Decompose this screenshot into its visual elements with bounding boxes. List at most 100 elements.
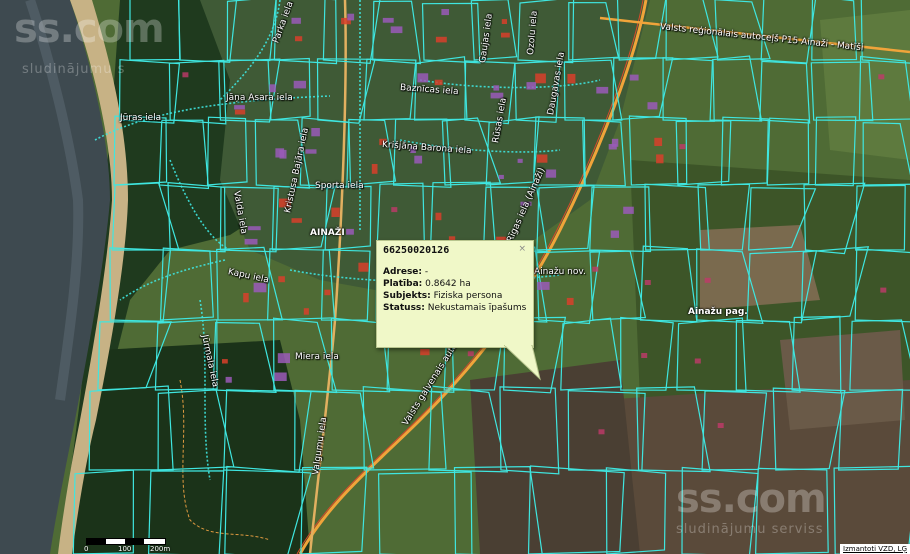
building-footprint xyxy=(434,79,443,86)
building-footprint xyxy=(654,137,663,146)
building-footprint xyxy=(501,19,507,24)
building-footprint xyxy=(243,293,249,303)
building-footprint xyxy=(269,84,276,93)
map-viewport[interactable]: Parka iela Jāņa Asara iela Jūras iela Ba… xyxy=(0,0,910,554)
building-footprint xyxy=(244,238,258,245)
building-footprint xyxy=(641,353,648,358)
street-label-ainazu-nov: Ainažu nov. xyxy=(534,267,586,277)
building-footprint xyxy=(623,206,634,214)
building-footprint xyxy=(331,207,340,217)
building-footprint xyxy=(234,105,245,110)
attr-row-subject: Subjekts: Fiziska persona xyxy=(383,290,529,302)
scale-label-100: 100 xyxy=(118,545,132,553)
building-footprint xyxy=(878,74,885,80)
watermark-top-left: ss.com xyxy=(14,6,165,52)
building-footprint xyxy=(536,154,548,163)
watermark-subtitle-top: sludinājumu s xyxy=(22,62,126,77)
building-footprint xyxy=(295,36,303,42)
building-footprint xyxy=(222,359,228,364)
building-footprint xyxy=(247,226,261,231)
building-footprint xyxy=(598,429,605,435)
building-footprint xyxy=(517,158,523,163)
attr-label: Platība: xyxy=(383,279,423,289)
building-footprint xyxy=(358,262,369,272)
street-label-juras: Jūras iela xyxy=(120,113,162,123)
building-footprint xyxy=(346,228,354,235)
building-footprint xyxy=(277,353,290,364)
attr-row-status: Statuss: Nekustamais īpašums xyxy=(383,302,529,314)
attr-label: Subjekts: xyxy=(383,291,431,301)
building-footprint xyxy=(537,281,550,290)
building-footprint xyxy=(182,72,189,78)
watermark-bottom-right: ss.com xyxy=(676,476,827,522)
building-footprint xyxy=(629,74,639,81)
building-footprint xyxy=(278,276,285,283)
building-footprint xyxy=(467,351,474,357)
building-footprint xyxy=(610,230,619,238)
building-footprint xyxy=(347,13,355,21)
parcel-attributes: Adrese: - Platība: 0.8642 ha Subjekts: F… xyxy=(383,266,529,314)
building-footprint xyxy=(493,85,500,91)
building-footprint xyxy=(324,289,331,296)
street-label-jana-asara: Jāņa Asara iela xyxy=(226,93,293,103)
place-label-ainazi: AINAŽI xyxy=(310,228,345,238)
attr-label: Statuss: xyxy=(383,303,425,313)
parcel-info-popup: 66250020126 × Adrese: - Platība: 0.8642 … xyxy=(376,240,534,348)
building-footprint xyxy=(414,155,423,164)
building-footprint xyxy=(644,280,651,285)
attr-value: Fiziska persona xyxy=(433,291,503,301)
building-footprint xyxy=(382,17,394,23)
building-footprint xyxy=(291,17,301,24)
parcel-cadastre-number[interactable]: 66250020126 xyxy=(383,245,449,256)
building-footprint xyxy=(311,128,320,137)
building-footprint xyxy=(694,358,701,364)
place-label-ainazu-pag: Ainažu pag. xyxy=(688,307,748,317)
building-footprint xyxy=(225,376,232,383)
building-footprint xyxy=(435,212,442,221)
watermark-subtitle-bottom: sludinājumu serviss xyxy=(676,522,824,537)
attr-row-area: Platība: 0.8642 ha xyxy=(383,278,529,290)
building-footprint xyxy=(566,297,574,305)
scale-bar xyxy=(86,538,166,545)
street-label-miera: Miera iela xyxy=(295,352,339,362)
building-footprint xyxy=(880,287,887,293)
building-footprint xyxy=(420,349,430,356)
scale-label-200: 200m xyxy=(150,545,171,553)
building-footprint xyxy=(371,164,378,174)
building-footprint xyxy=(390,26,403,34)
building-footprint xyxy=(274,372,287,381)
attr-value: Nekustamais īpašums xyxy=(427,303,527,313)
attr-value: - xyxy=(424,267,429,277)
attr-value: 0.8642 ha xyxy=(425,279,471,289)
building-footprint xyxy=(234,109,246,115)
building-footprint xyxy=(656,154,664,164)
building-footprint xyxy=(647,102,658,110)
building-footprint xyxy=(545,169,557,178)
building-footprint xyxy=(717,423,724,428)
attr-label: Adrese: xyxy=(383,267,423,277)
street-label-sporta: Sporta iela xyxy=(315,181,364,191)
building-footprint xyxy=(498,174,504,179)
building-footprint xyxy=(592,266,599,272)
building-footprint xyxy=(526,82,536,90)
building-footprint xyxy=(435,36,447,43)
building-footprint xyxy=(275,148,285,158)
building-footprint xyxy=(535,73,546,84)
close-icon[interactable]: × xyxy=(518,244,526,254)
building-footprint xyxy=(417,73,429,83)
building-footprint xyxy=(679,144,686,150)
building-footprint xyxy=(303,308,309,315)
building-footprint xyxy=(567,73,576,84)
building-footprint xyxy=(704,277,711,283)
building-footprint xyxy=(441,9,449,16)
building-footprint xyxy=(608,144,617,150)
building-footprint xyxy=(305,149,317,154)
building-footprint xyxy=(391,207,398,213)
data-source-credit[interactable]: Izmantoti VZD, LĢ xyxy=(840,544,910,554)
building-footprint xyxy=(293,80,306,89)
scale-label-0: 0 xyxy=(84,545,89,553)
building-footprint xyxy=(501,32,510,38)
building-footprint xyxy=(596,86,609,94)
popup-pointer xyxy=(504,345,541,381)
building-footprint xyxy=(291,218,302,223)
